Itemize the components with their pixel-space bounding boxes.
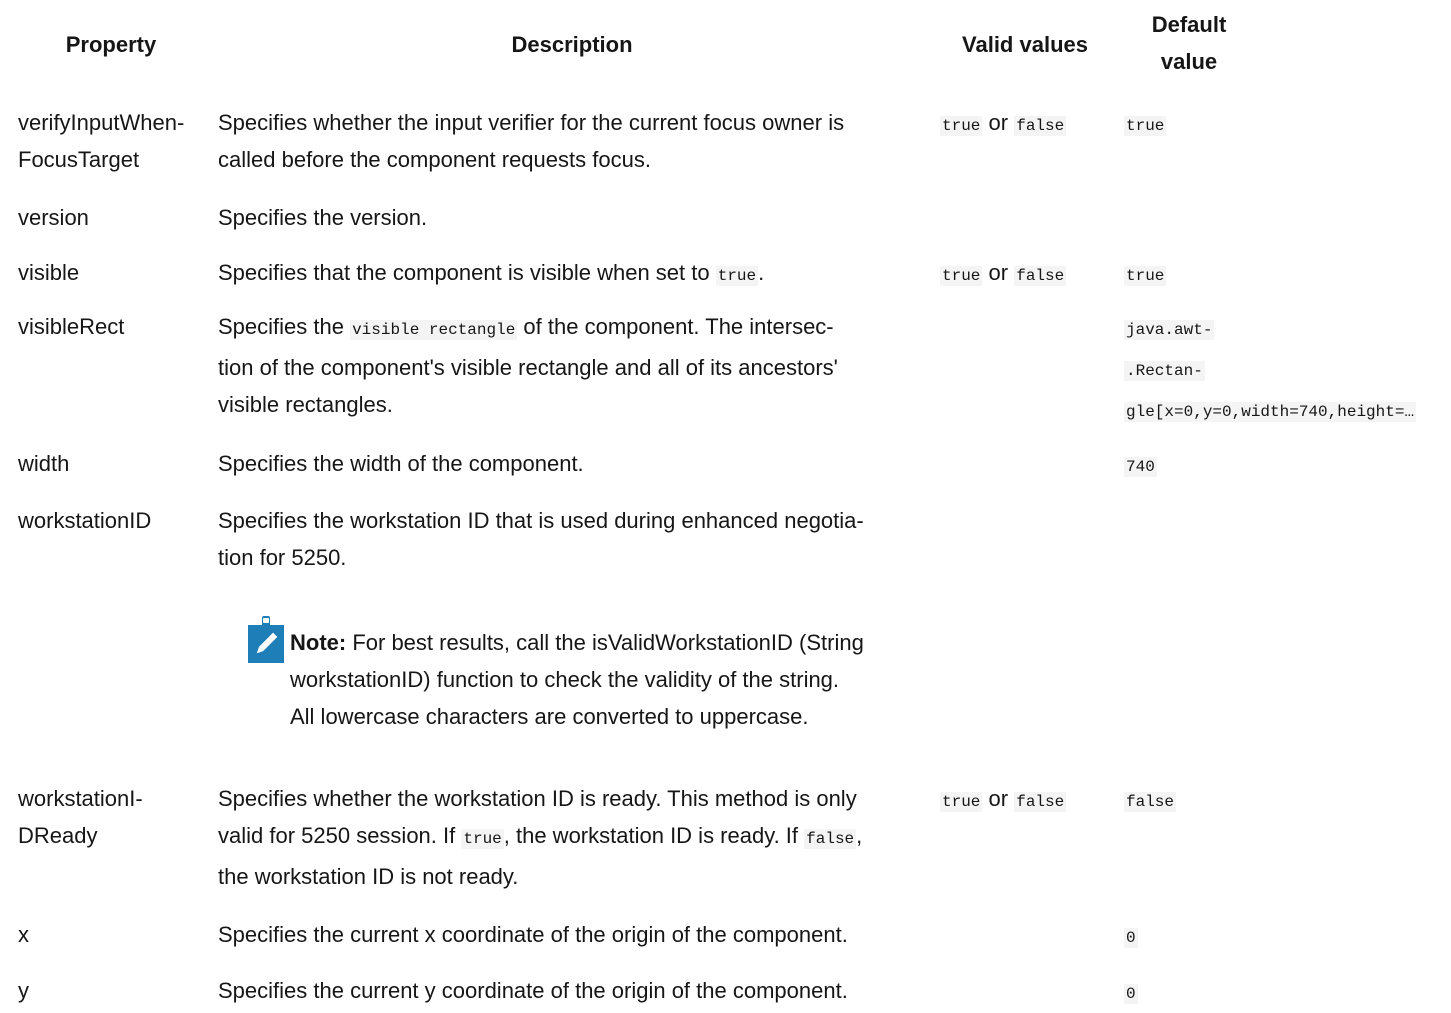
row-property: visibleRect (18, 314, 125, 339)
description-text: Specifies that the component is visible … (218, 260, 716, 285)
valid-value-code: false (1014, 792, 1067, 812)
default-value-code: true (1124, 116, 1167, 136)
row-valid-values: true or false (940, 780, 1067, 821)
valid-value-code: false (1014, 266, 1067, 286)
row-property: workstationI- DReady (18, 780, 143, 854)
inline-code: false (804, 829, 857, 849)
description-line: valid for 5250 session. If true, the wor… (218, 817, 862, 858)
property-line: FocusTarget (18, 147, 140, 172)
valid-value-code: false (1014, 116, 1067, 136)
description-line: Specifies whether the input verifier for… (218, 110, 845, 135)
default-value-line: gle[x=0,y=0,width=740,height=… (1124, 390, 1417, 431)
row-description: Specifies the version. (218, 205, 428, 230)
row-description: Specifies the workstation ID that is use… (218, 502, 864, 576)
row-default-value: 0 (1124, 916, 1138, 957)
row-property: version (18, 205, 89, 230)
pencil-note-icon (248, 616, 284, 663)
row-property: visible (18, 260, 80, 285)
description-text: , (856, 823, 863, 848)
description-line: tion for 5250. (218, 545, 347, 570)
row-property: y (18, 978, 29, 1003)
row-property: verifyInputWhen- FocusTarget (18, 104, 184, 178)
header-default-value: Default value (1124, 6, 1254, 80)
or-text: or (988, 786, 1009, 811)
row-default-value: true (1124, 104, 1167, 145)
note-text: For best results, call the isValidWorkst… (346, 630, 864, 655)
valid-value-code: true (940, 266, 983, 286)
row-default-value: 0 (1124, 972, 1138, 1013)
default-value-code: false (1124, 792, 1177, 812)
description-text: , the workstation ID is ready. If (503, 823, 805, 848)
row-description: Specifies the width of the component. (218, 451, 584, 476)
valid-value-code: true (940, 116, 983, 136)
row-description: Specifies the current y coordinate of th… (218, 978, 848, 1003)
row-default-value: java.awt- .Rectan- gle[x=0,y=0,width=740… (1124, 308, 1417, 431)
default-value-code: 0 (1124, 984, 1138, 1004)
row-valid-values: true or false (940, 104, 1067, 145)
default-value-code: 0 (1124, 928, 1138, 948)
row-property: width (18, 451, 70, 476)
default-value-line: .Rectan- (1124, 349, 1416, 390)
valid-value-code: true (940, 792, 983, 812)
row-description: Specifies the visible rectangle of the c… (218, 308, 838, 423)
description-text: . (758, 260, 765, 285)
note-line: Note: For best results, call the isValid… (290, 624, 864, 661)
or-text: or (988, 260, 1009, 285)
property-line: workstationI- (18, 786, 143, 811)
inline-code: visible rectangle (350, 320, 518, 340)
or-text: or (988, 110, 1009, 135)
property-line: verifyInputWhen- (18, 110, 185, 135)
description-line: Specifies the workstation ID that is use… (218, 508, 864, 533)
row-description: Specifies whether the workstation ID is … (218, 780, 862, 895)
description-line: Specifies whether the workstation ID is … (218, 786, 857, 811)
default-value-code: java.awt- (1124, 320, 1215, 340)
default-value-code: true (1124, 266, 1167, 286)
header-valid-values: Valid values (962, 32, 1088, 57)
row-property: x (18, 922, 29, 947)
row-description: Specifies the current x coordinate of th… (218, 922, 848, 947)
note-line: All lowercase characters are converted t… (290, 704, 809, 729)
row-description: Specifies that the component is visible … (218, 254, 764, 295)
description-line: Specifies the visible rectangle of the c… (218, 308, 838, 349)
default-value-line: java.awt- (1124, 308, 1416, 349)
row-valid-values: true or false (940, 254, 1067, 295)
row-default-value: true (1124, 254, 1167, 295)
header-default-line1: Default (1151, 12, 1227, 37)
note-label: Note: (290, 630, 347, 655)
header-property: Property (65, 32, 157, 57)
note-line: workstationID) function to check the val… (290, 667, 840, 692)
inline-code: true (715, 266, 759, 286)
header-default-line2: value (1160, 49, 1218, 74)
note: Note: For best results, call the isValid… (290, 624, 864, 735)
row-default-value: 740 (1124, 445, 1157, 486)
description-text: valid for 5250 session. If (218, 823, 462, 848)
description-text: Specifies the (218, 314, 351, 339)
property-line: DReady (18, 823, 98, 848)
description-line: visible rectangles. (218, 392, 393, 417)
default-value-code: 740 (1124, 457, 1157, 477)
default-value-code: .Rectan- (1124, 361, 1205, 381)
row-description: Specifies whether the input verifier for… (218, 104, 844, 178)
description-line: tion of the component's visible rectangl… (218, 355, 838, 380)
description-line: the workstation ID is not ready. (218, 864, 519, 889)
row-default-value: false (1124, 780, 1177, 821)
description-line: called before the component requests foc… (218, 147, 651, 172)
header-description: Description (511, 32, 633, 57)
default-value-code: gle[x=0,y=0,width=740,height=… (1124, 402, 1417, 422)
description-text: of the component. The intersec- (517, 314, 834, 339)
inline-code: true (461, 829, 504, 849)
row-property: workstationID (18, 508, 152, 533)
